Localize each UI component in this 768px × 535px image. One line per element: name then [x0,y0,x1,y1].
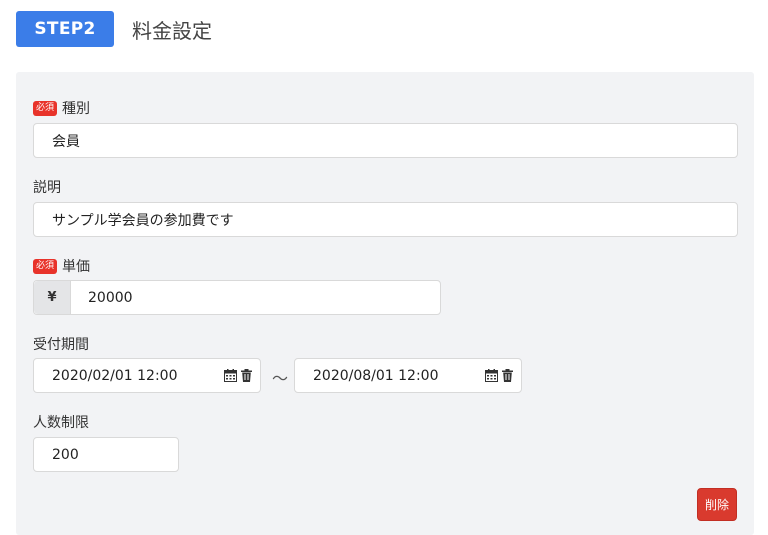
description-input[interactable]: サンプル学会員の参加費です [33,202,738,237]
required-badge: 必須 [33,258,58,274]
limit-label: 人数制限 [33,415,89,431]
type-label: 種別 [62,101,91,117]
yen-addon: ¥ [34,281,71,314]
step-header: STEP2 料金設定 [16,11,212,47]
price-label-row: 必須 単価 [33,256,90,276]
price-value: 20000 [88,289,133,306]
price-input[interactable]: ¥ 20000 [33,280,441,315]
type-input[interactable]: 会員 [33,123,738,158]
period-end-value: 2020/08/01 12:00 [313,367,439,384]
period-separator: 〜 [272,369,289,388]
page-title: 料金設定 [132,18,212,43]
type-value: 会員 [52,133,80,150]
type-label-row: 必須 種別 [33,98,90,118]
calendar-icon[interactable] [224,369,237,382]
period-label: 受付期間 [33,337,89,353]
fee-settings-panel: 必須 種別 会員 説明 サンプル学会員の参加費です 必須 単価 ¥ 20000 … [16,72,754,535]
description-label: 説明 [33,180,61,196]
period-start-value: 2020/02/01 12:00 [52,367,178,384]
trash-icon[interactable] [502,369,513,382]
limit-label-row: 人数制限 [33,412,89,432]
limit-input[interactable]: 200 [33,437,179,472]
calendar-icon[interactable] [485,369,498,382]
description-value: サンプル学会員の参加費です [52,212,234,229]
period-end-input[interactable]: 2020/08/01 12:00 [294,358,522,393]
limit-value: 200 [52,446,79,463]
period-start-input[interactable]: 2020/02/01 12:00 [33,358,261,393]
period-label-row: 受付期間 [33,334,89,354]
step-badge: STEP2 [16,11,114,47]
price-label: 単価 [62,259,91,275]
required-badge: 必須 [33,100,58,116]
delete-button[interactable]: 削除 [697,488,737,521]
trash-icon[interactable] [241,369,252,382]
description-label-row: 説明 [33,177,61,197]
